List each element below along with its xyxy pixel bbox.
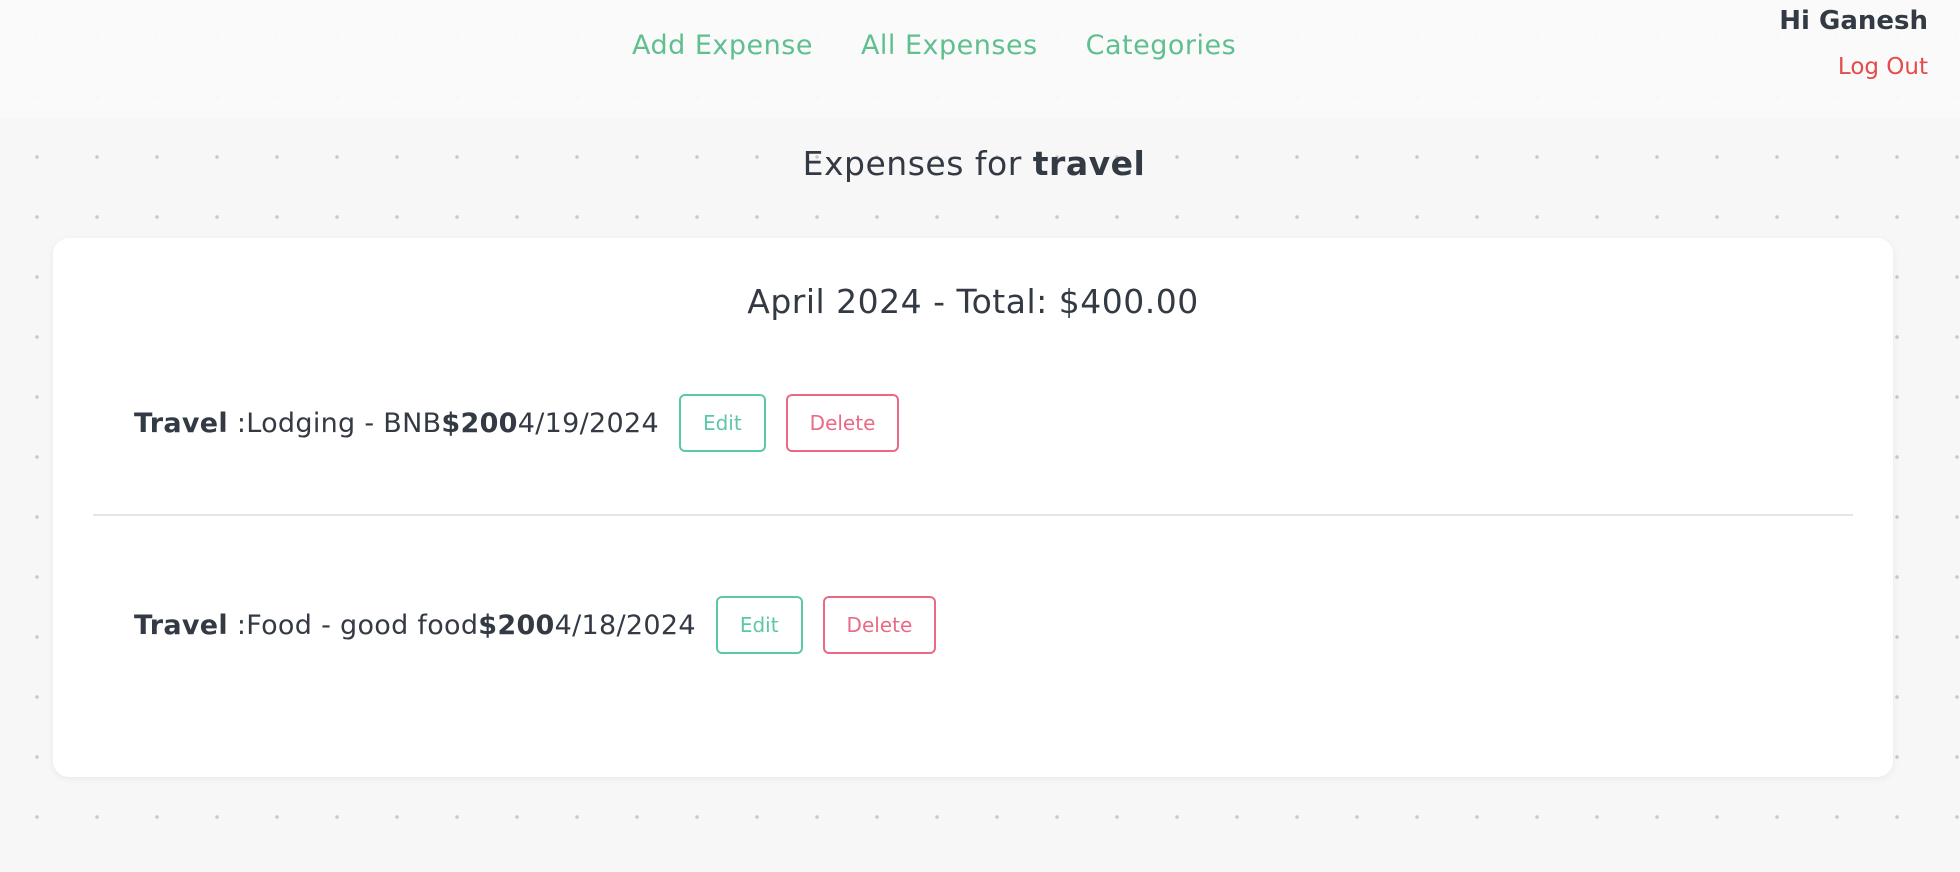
delete-button[interactable]: Delete xyxy=(785,394,900,452)
expense-row: Travel :Food - good food$2004/18/2024 Ed… xyxy=(134,596,937,654)
expense-row: Travel :Lodging - BNB$2004/19/2024 Edit … xyxy=(134,394,900,452)
delete-button[interactable]: Delete xyxy=(822,596,937,654)
top-header: Add Expense All Expenses Categories Hi G… xyxy=(0,0,1960,118)
expenses-card: April 2024 - Total: $400.00 Travel :Lodg… xyxy=(53,238,1893,777)
nav-categories[interactable]: Categories xyxy=(1086,30,1237,61)
page-title-prefix: Expenses for xyxy=(802,144,1022,183)
nav-all-expenses[interactable]: All Expenses xyxy=(861,30,1038,61)
expense-separator: : xyxy=(227,407,247,439)
page-title-category: travel xyxy=(1032,144,1146,183)
expense-date: 4/18/2024 xyxy=(554,609,696,641)
expense-amount: $200 xyxy=(478,609,555,641)
expense-description: Lodging - BNB xyxy=(246,407,442,439)
expense-amount: $200 xyxy=(441,407,518,439)
row-divider xyxy=(93,514,1853,516)
expense-separator: : xyxy=(227,609,247,641)
month-summary: April 2024 - Total: $400.00 xyxy=(53,282,1893,321)
expense-category: Travel xyxy=(134,407,228,439)
user-greeting: Hi Ganesh xyxy=(1779,6,1928,36)
main-nav: Add Expense All Expenses Categories xyxy=(632,30,1236,61)
edit-button[interactable]: Edit xyxy=(715,596,803,654)
page-title: Expenses for travel xyxy=(0,144,1948,183)
expense-description: Food - good food xyxy=(246,609,479,641)
edit-button[interactable]: Edit xyxy=(678,394,766,452)
total-separator: - Total: xyxy=(922,282,1059,321)
expense-text: Travel :Food - good food$2004/18/2024 xyxy=(134,610,696,641)
month-total: $400.00 xyxy=(1058,282,1199,321)
month-label: April 2024 xyxy=(747,282,923,321)
expense-text: Travel :Lodging - BNB$2004/19/2024 xyxy=(134,408,659,439)
user-box: Hi Ganesh Log Out xyxy=(1779,6,1928,80)
expense-category: Travel xyxy=(134,609,228,641)
nav-add-expense[interactable]: Add Expense xyxy=(632,30,813,61)
expense-date: 4/19/2024 xyxy=(517,407,659,439)
logout-link[interactable]: Log Out xyxy=(1779,54,1928,80)
